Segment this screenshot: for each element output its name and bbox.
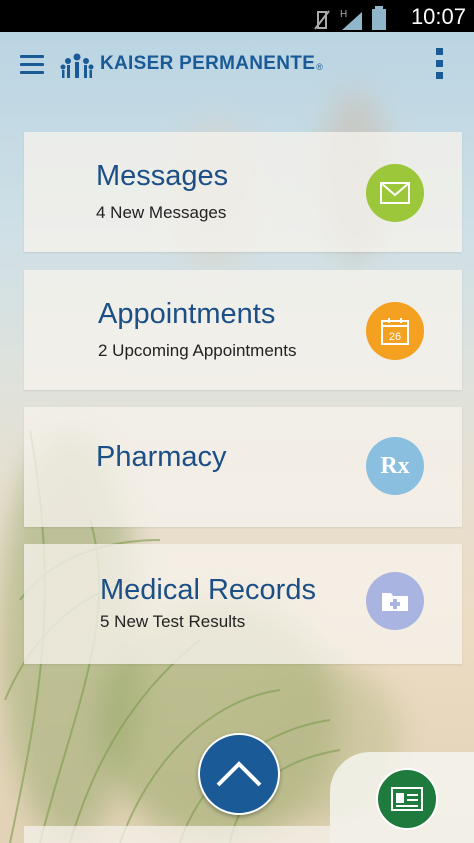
scroll-up-button[interactable] bbox=[198, 733, 280, 815]
medical-records-subtitle: 5 New Test Results bbox=[100, 612, 246, 631]
overflow-menu-icon[interactable] bbox=[436, 48, 444, 84]
signal-icon: H bbox=[340, 9, 362, 30]
status-bar: H 10:07 bbox=[0, 0, 474, 32]
pharmacy-card[interactable]: Pharmacy Rx bbox=[24, 407, 462, 527]
medical-records-title: Medical Records bbox=[100, 574, 316, 606]
messages-title: Messages bbox=[96, 160, 229, 192]
chevron-up-icon bbox=[216, 761, 262, 787]
membership-card-button[interactable] bbox=[376, 768, 438, 830]
medical-records-card[interactable]: Medical Records 5 New Test Results bbox=[24, 544, 462, 664]
medical-folder-icon[interactable] bbox=[366, 572, 424, 630]
id-card-icon bbox=[391, 787, 423, 811]
svg-text:H: H bbox=[340, 9, 347, 20]
appointments-title: Appointments bbox=[98, 298, 276, 330]
calendar-day-label: 26 bbox=[389, 331, 401, 343]
hamburger-menu-icon[interactable] bbox=[20, 55, 44, 75]
app-bar: KAISER PERMANENTE ® bbox=[0, 32, 474, 102]
vibrate-off-icon bbox=[314, 10, 330, 30]
appointments-card[interactable]: Appointments 2 Upcoming Appointments 26 bbox=[24, 270, 462, 390]
logo-registered-mark: ® bbox=[316, 62, 323, 72]
status-time: 10:07 bbox=[410, 4, 466, 29]
kaiser-logo: KAISER PERMANENTE ® bbox=[60, 50, 323, 78]
messages-card[interactable]: Messages 4 New Messages bbox=[24, 132, 462, 252]
bottom-card-edge bbox=[24, 826, 330, 843]
calendar-icon[interactable]: 26 bbox=[366, 302, 424, 360]
envelope-icon[interactable] bbox=[366, 164, 424, 222]
kp-logo-mark-icon bbox=[60, 53, 94, 78]
messages-subtitle: 4 New Messages bbox=[96, 203, 227, 222]
rx-icon-label: Rx bbox=[380, 452, 410, 479]
logo-text: KAISER PERMANENTE bbox=[100, 53, 316, 74]
appointments-subtitle: 2 Upcoming Appointments bbox=[98, 341, 297, 360]
pharmacy-title: Pharmacy bbox=[96, 441, 227, 473]
battery-icon bbox=[372, 6, 386, 30]
rx-icon[interactable]: Rx bbox=[366, 437, 424, 495]
